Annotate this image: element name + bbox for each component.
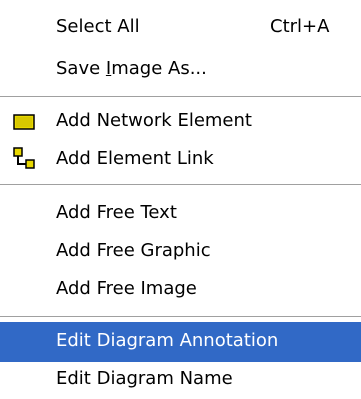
menu-item-add-network-element[interactable]: Add Network Element xyxy=(0,102,361,142)
context-menu: Select All Ctrl+A Save Image As... Add N… xyxy=(0,0,361,399)
menu-item-edit-diagram-annotation[interactable]: Edit Diagram Annotation xyxy=(0,322,361,362)
menu-item-add-free-graphic[interactable]: Add Free Graphic xyxy=(0,232,361,272)
menu-item-add-free-text[interactable]: Add Free Text xyxy=(0,194,361,234)
menu-item-label: Edit Diagram Annotation xyxy=(56,330,279,351)
menu-item-label: Add Network Element xyxy=(56,110,252,131)
menu-separator xyxy=(0,96,361,98)
menu-item-select-all[interactable]: Select All Ctrl+A xyxy=(0,8,361,48)
menu-item-add-element-link[interactable]: Add Element Link xyxy=(0,140,361,180)
menu-item-shortcut: Ctrl+A xyxy=(270,16,330,37)
menu-item-label: Add Free Text xyxy=(56,202,177,223)
menu-item-label: Add Element Link xyxy=(56,148,214,169)
menu-item-edit-diagram-name[interactable]: Edit Diagram Name xyxy=(0,360,361,399)
menu-separator xyxy=(0,184,361,186)
menu-item-save-image-as[interactable]: Save Image As... xyxy=(0,50,361,90)
menu-item-label: Edit Diagram Name xyxy=(56,368,233,389)
menu-separator xyxy=(0,316,361,318)
menu-item-label: Add Free Image xyxy=(56,278,197,299)
element-link-icon xyxy=(12,146,36,170)
menu-item-label: Select All xyxy=(56,16,140,37)
menu-item-add-free-image[interactable]: Add Free Image xyxy=(0,270,361,310)
menu-item-label: Add Free Graphic xyxy=(56,240,211,261)
network-element-icon xyxy=(12,110,36,134)
menu-item-label: Save Image As... xyxy=(56,58,207,79)
